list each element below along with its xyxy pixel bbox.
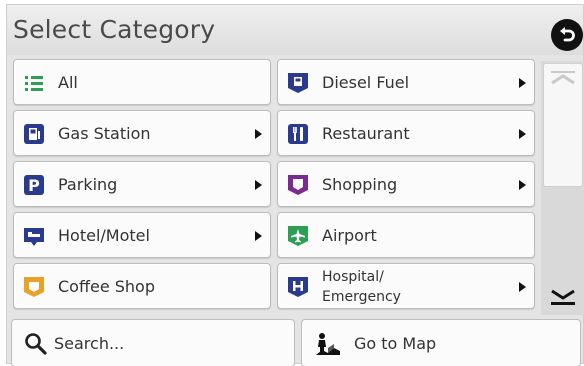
category-label: All bbox=[58, 73, 78, 92]
search-icon bbox=[25, 333, 47, 355]
hotel-icon bbox=[24, 228, 44, 246]
category-shopping-button[interactable]: Shopping bbox=[277, 161, 535, 207]
svg-text:P: P bbox=[28, 176, 40, 195]
category-all-button[interactable]: All bbox=[13, 59, 271, 105]
back-arrow-icon bbox=[560, 27, 575, 42]
category-screen: Select Category All Gas Station P Parkin… bbox=[6, 4, 584, 366]
category-airport-button[interactable]: Airport bbox=[277, 212, 535, 258]
category-label: Gas Station bbox=[58, 124, 151, 143]
category-label: Coffee Shop bbox=[58, 277, 155, 296]
restaurant-icon bbox=[288, 124, 308, 144]
chevron-right-icon bbox=[255, 180, 262, 190]
search-label: Search... bbox=[54, 334, 125, 353]
parking-icon: P bbox=[24, 175, 44, 195]
category-label: Hotel/Motel bbox=[58, 226, 150, 245]
chevron-right-icon bbox=[255, 129, 262, 139]
scroll-up-icon[interactable] bbox=[548, 69, 578, 89]
category-restaurant-button[interactable]: Restaurant bbox=[277, 110, 535, 156]
category-hospital-button[interactable]: Hospital/ Emergency bbox=[277, 263, 535, 309]
chevron-right-icon bbox=[519, 282, 526, 292]
category-parking-button[interactable]: P Parking bbox=[13, 161, 271, 207]
chevron-right-icon bbox=[255, 231, 262, 241]
go-to-map-button[interactable]: Go to Map bbox=[301, 319, 581, 366]
title-bar: Select Category bbox=[7, 5, 583, 55]
category-coffee-shop-button[interactable]: Coffee Shop bbox=[13, 263, 271, 309]
diesel-fuel-icon bbox=[288, 73, 308, 93]
back-button[interactable] bbox=[551, 19, 583, 51]
shopping-icon bbox=[288, 175, 308, 195]
list-icon bbox=[25, 76, 43, 91]
hospital-icon bbox=[288, 277, 308, 297]
category-label-line1: Hospital/ bbox=[322, 269, 384, 285]
search-button[interactable]: Search... bbox=[11, 319, 295, 366]
category-label: Airport bbox=[322, 226, 377, 245]
category-label-line2: Emergency bbox=[322, 289, 401, 305]
go-to-map-label: Go to Map bbox=[354, 334, 437, 353]
airplane-icon bbox=[288, 226, 308, 246]
category-label: Restaurant bbox=[322, 124, 410, 143]
map-person-icon bbox=[316, 333, 340, 355]
category-label: Hospital/ Emergency bbox=[322, 267, 401, 307]
coffee-cup-icon bbox=[24, 277, 44, 297]
category-label: Shopping bbox=[322, 175, 398, 194]
category-label: Diesel Fuel bbox=[322, 73, 410, 92]
chevron-right-icon bbox=[519, 180, 526, 190]
gas-station-icon bbox=[24, 124, 44, 144]
category-diesel-fuel-button[interactable]: Diesel Fuel bbox=[277, 59, 535, 105]
category-gas-station-button[interactable]: Gas Station bbox=[13, 110, 271, 156]
chevron-right-icon bbox=[519, 129, 526, 139]
category-hotel-button[interactable]: Hotel/Motel bbox=[13, 212, 271, 258]
scroll-down-icon[interactable] bbox=[548, 286, 578, 310]
chevron-right-icon bbox=[519, 78, 526, 88]
category-label: Parking bbox=[58, 175, 118, 194]
page-title: Select Category bbox=[13, 15, 216, 44]
